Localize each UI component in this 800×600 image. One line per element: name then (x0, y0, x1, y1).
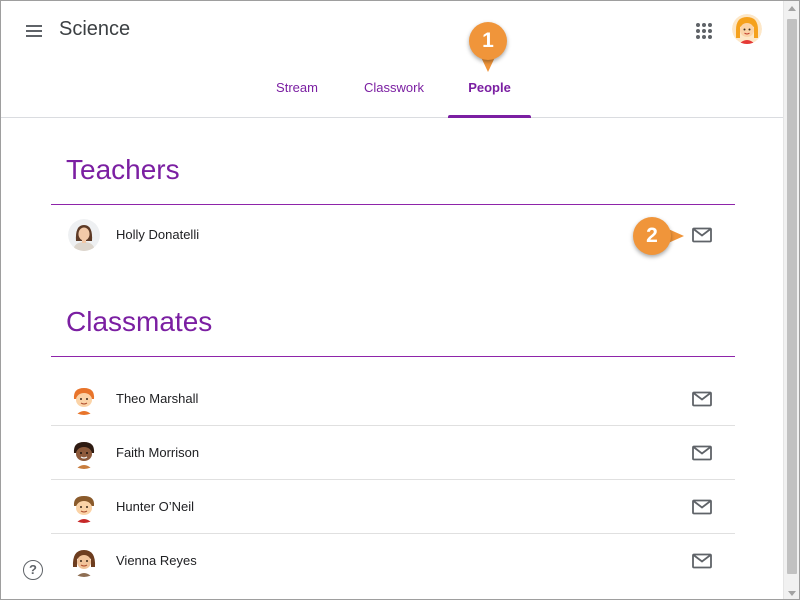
classmate-row: Theo Marshall (51, 372, 735, 426)
classmate-name: Theo Marshall (116, 390, 199, 406)
email-icon[interactable] (691, 444, 713, 462)
classmate-row: Faith Morrison (51, 426, 735, 480)
classmates-heading: Classmates (66, 306, 213, 337)
classmate-avatar (68, 436, 100, 469)
classmates-divider (51, 356, 735, 357)
scroll-down-arrow-icon[interactable] (788, 591, 796, 596)
tab-classwork[interactable]: Classwork (353, 75, 435, 118)
classmate-name: Vienna Reyes (116, 553, 197, 568)
scroll-up-arrow-icon[interactable] (788, 6, 796, 11)
tab-stream[interactable]: Stream (263, 75, 331, 118)
tab-stream-label: Stream (276, 80, 318, 95)
email-icon[interactable] (691, 498, 713, 516)
tab-bar: Stream Classwork People (1, 75, 783, 118)
email-icon[interactable] (691, 226, 713, 244)
help-icon[interactable]: ? (23, 560, 43, 580)
class-title: Science (59, 18, 131, 40)
teachers-heading: Teachers (66, 154, 180, 185)
teachers-divider (51, 204, 735, 205)
vertical-scrollbar[interactable] (783, 1, 799, 599)
email-icon[interactable] (691, 552, 713, 570)
account-avatar[interactable] (732, 14, 762, 44)
classmate-avatar (68, 382, 100, 415)
email-icon[interactable] (691, 390, 713, 408)
classmate-avatar (68, 545, 100, 577)
active-tab-indicator (448, 115, 531, 118)
tab-classwork-label: Classwork (364, 80, 424, 95)
classmate-row: Vienna Reyes (51, 534, 735, 588)
callout-2: 2 (633, 217, 671, 255)
classmate-row: Hunter O’Neil (51, 480, 735, 534)
teacher-name: Holly Donatelli (116, 227, 200, 242)
app-header: Science Stream Classwork People (1, 1, 783, 118)
tab-people[interactable]: People (448, 75, 531, 118)
apps-grid-icon[interactable] (694, 21, 714, 41)
scrollbar-thumb[interactable] (787, 19, 797, 574)
classmate-name: Hunter O’Neil (116, 498, 195, 514)
classmate-avatar (68, 490, 100, 523)
browser-window: Science Stream Classwork People 1 Teache… (0, 0, 800, 600)
hamburger-menu-icon[interactable] (23, 21, 45, 41)
callout-1: 1 (469, 22, 507, 60)
tab-people-label: People (468, 80, 511, 95)
classmate-name: Faith Morrison (116, 444, 200, 460)
teacher-avatar (68, 219, 100, 251)
